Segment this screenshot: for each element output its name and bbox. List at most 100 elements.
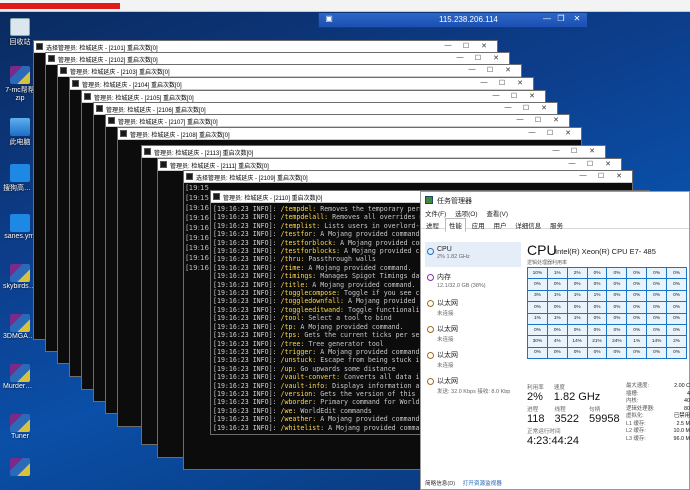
minimize-remote-button[interactable]: — — [541, 14, 553, 23]
close-button[interactable]: ✕ — [501, 66, 515, 74]
console-titlebar[interactable]: 管理员: 检城延庆 - [2103] 重启次数[0] — ☐ ✕ — [58, 65, 521, 77]
minimize-button[interactable]: — — [477, 79, 491, 86]
remote-connection-bar[interactable]: ▣ 115.238.206.114 — ❐ ✕ — [318, 13, 588, 28]
desktop-icon-yml[interactable]: sanes.yml — [3, 214, 37, 240]
desktop-icon-recycle-bin[interactable]: 回收站 — [3, 18, 37, 47]
console-icon — [72, 80, 79, 87]
log-command: /templist: — [280, 221, 321, 230]
log-command: /testforblock: — [280, 238, 337, 247]
minimize-button[interactable]: — — [453, 54, 467, 61]
maximize-button[interactable]: ☐ — [594, 172, 608, 180]
close-button[interactable]: ✕ — [601, 160, 615, 168]
close-button[interactable]: ✕ — [513, 79, 527, 87]
cpu-graph-icon — [427, 248, 434, 255]
core-cell: 0% — [666, 323, 687, 337]
tab-processes[interactable]: 进程 — [423, 219, 442, 231]
menu-options[interactable]: 选项(O) — [455, 211, 477, 218]
minimize-button[interactable]: — — [465, 66, 479, 73]
maximize-button[interactable]: ☐ — [471, 54, 485, 62]
maximize-button[interactable]: ☐ — [567, 147, 581, 155]
close-button[interactable]: ✕ — [549, 116, 563, 124]
tab-app-history[interactable]: 应用 — [469, 219, 488, 231]
core-cell: 0% — [626, 323, 648, 337]
desktop-icon-this-pc[interactable]: 此电脑 — [3, 118, 37, 147]
log-text: A Mojang provided command. — [316, 230, 424, 239]
task-manager-titlebar[interactable]: 任务管理器 — [421, 192, 689, 208]
minimize-button[interactable]: — — [576, 172, 590, 179]
close-button[interactable]: ✕ — [561, 129, 575, 137]
resource-monitor-link[interactable]: 打开资源监视器 — [463, 481, 502, 487]
console-title: 管理员: 检城延庆 - [2111] 重启次数[0] — [170, 164, 269, 170]
maximize-button[interactable]: ☐ — [507, 92, 521, 100]
console-title: 选择管理员: 检城延庆 - [2101] 重启次数[0] — [46, 46, 158, 52]
core-cell: 0% — [626, 301, 648, 314]
restore-remote-button[interactable]: ❐ — [555, 14, 567, 23]
minimize-button[interactable]: — — [441, 42, 455, 49]
progress-strip — [0, 3, 120, 9]
log-timestamp: [19:16:23 INFO]: — [213, 331, 277, 340]
tab-performance[interactable]: 性能 — [444, 218, 466, 232]
maximize-button[interactable]: ☐ — [459, 42, 473, 50]
console-titlebar[interactable]: 管理员: 检城延庆 - [2108] 重启次数[0] — ☐ ✕ — [118, 128, 581, 140]
tab-details[interactable]: 详细信息 — [512, 219, 544, 231]
close-remote-button[interactable]: ✕ — [571, 14, 583, 23]
log-command: /testforblocks: — [280, 247, 341, 256]
log-text: Removes the temporary permiss — [316, 205, 436, 213]
maximize-button[interactable]: ☐ — [495, 79, 509, 87]
console-titlebar[interactable]: 管理员: 检城延庆 - [2113] 重启次数[0] — ☐ ✕ — [142, 146, 605, 158]
sidebar-item-ethernet-1[interactable]: 以太网 未连接 — [425, 294, 521, 319]
close-button[interactable]: ✕ — [477, 42, 491, 50]
minimize-button[interactable]: — — [549, 147, 563, 154]
sidebar-item-ethernet-3[interactable]: 以太网 未连接 — [425, 346, 521, 371]
desktop-icon-skybirds[interactable]: skybirdsCl... — [3, 264, 37, 290]
maximize-button[interactable]: ☐ — [531, 116, 545, 124]
log-timestamp: [19:16:23 INFO]: — [213, 230, 277, 239]
core-cell: 0% — [606, 266, 628, 280]
close-button[interactable]: ✕ — [537, 104, 551, 112]
close-button[interactable]: ✕ — [585, 147, 599, 155]
minimize-button[interactable]: — — [489, 92, 503, 99]
desktop-icon-tuner[interactable]: Tuner — [3, 414, 37, 440]
close-button[interactable]: ✕ — [489, 54, 503, 62]
close-button[interactable]: ✕ — [612, 172, 626, 180]
minimize-button[interactable]: — — [501, 104, 515, 111]
remote-ip: 115.238.206.114 — [439, 15, 498, 24]
log-text: A Mojang provided command. — [304, 263, 412, 272]
console-titlebar[interactable]: 选择管理员: 检城延庆 - [2109] 重启次数[0] — ☐ ✕ — [184, 171, 632, 183]
log-timestamp: [19:16:23 INFO]: — [213, 356, 277, 365]
pin-icon[interactable]: ▣ — [323, 14, 335, 23]
maximize-button[interactable]: ☐ — [543, 129, 557, 137]
task-manager-title: 任务管理器 — [437, 198, 472, 205]
winrar-icon — [10, 264, 30, 282]
minimize-button[interactable]: — — [565, 160, 579, 167]
menu-file[interactable]: 文件(F) — [425, 211, 446, 218]
close-button[interactable]: ✕ — [525, 92, 539, 100]
sidebar-item-cpu[interactable]: CPU 2% 1.82 GHz — [425, 242, 521, 267]
desktop-icon-murder[interactable]: MurderMy... — [3, 364, 37, 390]
log-command: /tree: — [280, 339, 305, 348]
core-cell: 0% — [586, 266, 608, 280]
log-text: Lists users in overlord-pern — [320, 221, 436, 230]
desktop-icon-browser[interactable]: 搜狗高速浏览器 — [3, 164, 37, 193]
log-command: /timings: — [280, 272, 317, 281]
fewer-details-button[interactable]: 简略信息(D) — [425, 481, 455, 487]
console-titlebar[interactable]: 管理员: 检城延庆 - [2104] 重启次数[0] — ☐ ✕ — [70, 78, 533, 90]
sidebar-item-memory[interactable]: 内存 12.1/32.0 GB (38%) — [425, 268, 521, 293]
console-titlebar[interactable]: 管理员: 检城延庆 - [2107] 重启次数[0] — ☐ ✕ — [106, 115, 569, 127]
tab-users[interactable]: 用户 — [490, 219, 509, 231]
core-cell: 0% — [546, 323, 568, 337]
tab-services[interactable]: 服务 — [547, 219, 566, 231]
core-cell: 0% — [546, 278, 568, 291]
task-manager-window[interactable]: 任务管理器 文件(F) 选项(O) 查看(V) 进程 性能 应用 用户 详细信息… — [420, 191, 690, 490]
minimize-button[interactable]: — — [513, 116, 527, 123]
sidebar-item-ethernet-4[interactable]: 以太网 发送: 32.0 Kbps 接收: 8.0 Kbp — [425, 372, 521, 397]
minimize-button[interactable]: — — [525, 129, 539, 136]
maximize-button[interactable]: ☐ — [483, 66, 497, 74]
maximize-button[interactable]: ☐ — [519, 104, 533, 112]
desktop-icon-archive[interactable]: 7-mc帮帮 zip — [3, 66, 37, 102]
menu-view[interactable]: 查看(V) — [486, 211, 508, 218]
sidebar-item-ethernet-2[interactable]: 以太网 未连接 — [425, 320, 521, 345]
desktop-icon-archive-2[interactable] — [3, 458, 37, 477]
maximize-button[interactable]: ☐ — [583, 160, 597, 168]
desktop-icon-3dmgam[interactable]: 3DMGAM... — [3, 314, 37, 340]
